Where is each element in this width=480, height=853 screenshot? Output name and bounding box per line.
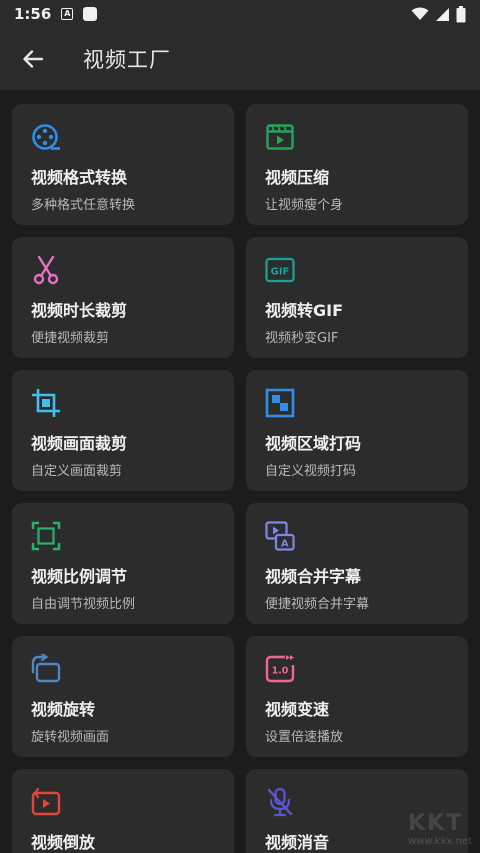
reverse-play-icon (31, 787, 61, 816)
rotate-icon (31, 654, 61, 683)
page-title: 视频工厂 (83, 48, 171, 72)
card-title: 视频倒放 (31, 833, 96, 852)
status-time: 1:56 (14, 5, 52, 23)
mute-mic-icon (267, 787, 293, 817)
card-title: 视频画面裁剪 (31, 434, 128, 453)
card-description: 便捷视频合并字幕 (265, 597, 370, 612)
gif-icon: GIF (265, 257, 295, 283)
card-description: 自定义视频打码 (265, 464, 357, 479)
card-description: 旋转视频画面 (31, 730, 110, 745)
card-title: 视频时长裁剪 (31, 301, 128, 320)
signal-icon (436, 7, 449, 21)
card-title: 视频转GIF (265, 301, 344, 320)
wifi-icon (411, 7, 429, 20)
notification-a-icon: A (61, 8, 74, 20)
subtitle-icon: A (265, 521, 295, 551)
speed-icon-text: 1.0 (272, 666, 289, 677)
notification-square-icon (83, 7, 98, 21)
card-description: 自定义画面裁剪 (31, 464, 123, 479)
card-video-to-gif[interactable]: GIF 视频转GIF 视频秒变GIF (246, 237, 468, 358)
card-video-region-mosaic[interactable]: 视频区域打码 自定义视频打码 (246, 370, 468, 491)
card-description: 便捷视频裁剪 (31, 331, 110, 346)
gif-icon-text: GIF (271, 267, 290, 278)
card-title: 视频合并字幕 (265, 567, 362, 586)
status-bar: 1:56 A (0, 0, 480, 28)
aspect-ratio-icon (31, 521, 61, 551)
subtitle-icon-text: A (281, 539, 289, 550)
card-title: 视频压缩 (265, 168, 330, 187)
card-video-speed[interactable]: 1.0 视频变速 设置倍速播放 (246, 636, 468, 757)
card-video-compress[interactable]: 视频压缩 让视频瘦个身 (246, 104, 468, 225)
speed-icon: 1.0 (265, 655, 295, 683)
feature-grid: 视频格式转换 多种格式任意转换 视频压缩 让视频瘦个身 视频时长裁剪 便捷视频裁… (12, 104, 468, 853)
card-video-frame-crop[interactable]: 视频画面裁剪 自定义画面裁剪 (12, 370, 234, 491)
card-description: 设置倍速播放 (265, 730, 344, 745)
card-description: 自由调节视频比例 (31, 597, 136, 612)
arrow-left-icon (23, 50, 44, 68)
back-button[interactable] (15, 41, 51, 77)
film-reel-icon (32, 124, 60, 150)
card-video-aspect-ratio[interactable]: 视频比例调节 自由调节视频比例 (12, 503, 234, 624)
video-compress-icon (266, 124, 294, 150)
card-video-merge-subtitle[interactable]: A 视频合并字幕 便捷视频合并字幕 (246, 503, 468, 624)
scissors-icon (33, 255, 59, 285)
watermark: KKT www.kkx.net (408, 811, 472, 847)
watermark-url: www.kkx.net (408, 836, 472, 847)
card-title: 视频旋转 (31, 700, 96, 719)
app-bar: 视频工厂 (0, 28, 480, 90)
watermark-logo: KKT (408, 811, 464, 836)
card-video-format-convert[interactable]: 视频格式转换 多种格式任意转换 (12, 104, 234, 225)
card-title: 视频格式转换 (31, 168, 128, 187)
card-video-duration-trim[interactable]: 视频时长裁剪 便捷视频裁剪 (12, 237, 234, 358)
crop-icon (32, 389, 60, 417)
card-title: 视频变速 (265, 700, 330, 719)
card-description: 让视频瘦个身 (265, 198, 344, 213)
battery-icon (456, 5, 466, 22)
card-description: 视频秒变GIF (265, 331, 339, 346)
card-video-rotate[interactable]: 视频旋转 旋转视频画面 (12, 636, 234, 757)
card-title: 视频比例调节 (31, 567, 128, 586)
mosaic-icon (265, 388, 295, 418)
card-title: 视频区域打码 (265, 434, 362, 453)
card-description: 多种格式任意转换 (31, 198, 136, 213)
card-video-reverse[interactable]: 视频倒放 (12, 769, 234, 853)
